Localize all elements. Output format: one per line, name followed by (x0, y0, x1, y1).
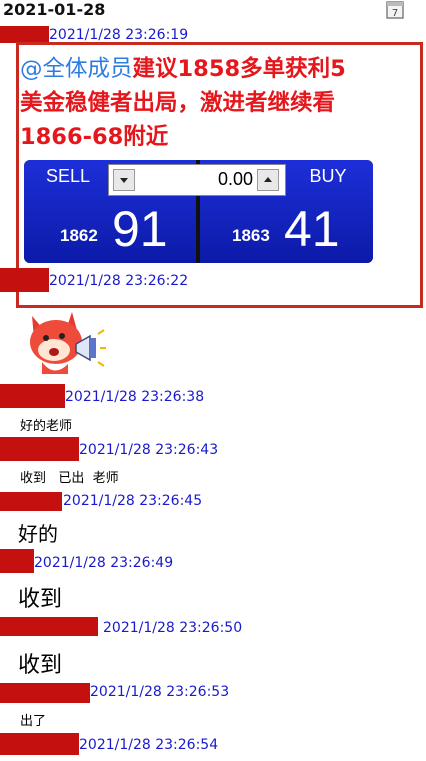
increase-icon (257, 169, 279, 191)
message-timestamp: 2021/1/28 23:26:54 (79, 737, 219, 753)
message-text: 收到 已出 老师 (20, 471, 119, 486)
redacted-sender (0, 683, 90, 703)
buy-price-main: 41 (284, 201, 340, 257)
buy-label: BUY (309, 166, 347, 186)
buy-price: 1863 41 (200, 200, 372, 260)
date-header: 2021-01-28 (3, 0, 106, 19)
redacted-sender (0, 492, 62, 511)
announcement-text: @全体成员建议1858多单获利5 美金稳健者出局，激进者继续看 1866-68附… (20, 52, 422, 154)
message-timestamp: 2021/1/28 23:26:45 (63, 493, 203, 509)
redacted-sender (0, 268, 49, 292)
redacted-sender (0, 617, 98, 636)
message-timestamp: 2021/1/28 23:26:22 (49, 273, 189, 289)
svg-text:7: 7 (392, 8, 398, 19)
message-timestamp: 2021/1/28 23:26:49 (34, 555, 174, 571)
message-text: 收到 (18, 587, 63, 612)
message-timestamp: 2021/1/28 23:26:50 (103, 620, 243, 636)
redacted-sender (0, 384, 65, 408)
announcement-line1: 建议1858多单获利5 (132, 56, 346, 82)
calendar-icon[interactable]: 7 (386, 0, 404, 19)
announcement-line3: 1866-68附近 (20, 124, 169, 150)
sell-label: SELL (45, 166, 91, 186)
message-text: 出了 (20, 714, 47, 729)
sell-price-main: 91 (112, 201, 168, 257)
quantity-stepper: 0.00 (108, 164, 286, 196)
message-text: 好的老师 (20, 419, 73, 434)
message-timestamp: 2021/1/28 23:26:19 (49, 27, 189, 43)
decrease-icon (113, 169, 135, 191)
sell-price-prefix: 1862 (60, 226, 98, 245)
mention-all[interactable]: @全体成员 (20, 56, 133, 82)
fox-megaphone-sticker (30, 312, 106, 374)
redacted-sender (0, 549, 34, 573)
message-timestamp: 2021/1/28 23:26:43 (79, 442, 219, 458)
announcement-line2: 美金稳健者出局，激进者继续看 (20, 90, 336, 116)
redacted-sender (0, 26, 49, 43)
message-text: 收到 (18, 653, 63, 678)
message-timestamp: 2021/1/28 23:26:53 (90, 684, 230, 700)
quantity-value: 0.00 (217, 169, 253, 189)
trade-panel-image: SELL 1862 91 BUY 1863 41 0.00 (24, 160, 373, 263)
redacted-sender (0, 733, 79, 755)
buy-price-prefix: 1863 (232, 226, 270, 245)
sell-price: 1862 91 (24, 200, 196, 260)
message-timestamp: 2021/1/28 23:26:38 (65, 389, 205, 405)
message-text: 好的 (18, 522, 58, 546)
redacted-sender (0, 437, 79, 461)
